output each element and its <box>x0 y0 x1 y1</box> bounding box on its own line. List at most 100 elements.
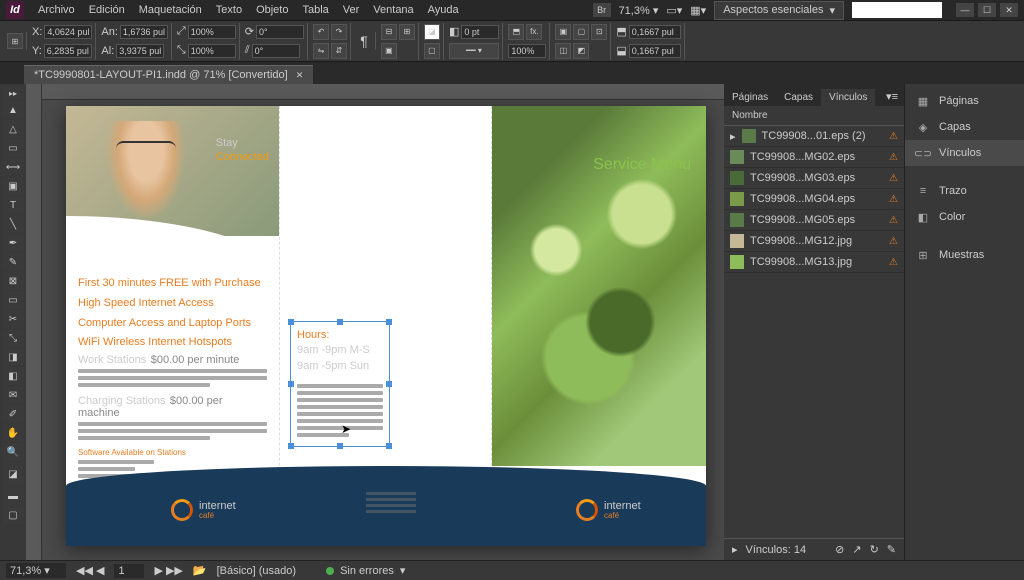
corner-icon[interactable]: ⬒ <box>508 24 524 40</box>
canvas[interactable]: Stay Connected First 30 minutes FREE wit… <box>26 84 724 560</box>
side-tab-swatches[interactable]: ⊞Muestras <box>905 242 1024 268</box>
link-row[interactable]: TC99908...MG04.eps⚠ <box>724 189 904 210</box>
status-page[interactable]: 1 <box>114 564 144 578</box>
menu-view[interactable]: Ver <box>343 4 360 16</box>
effects-icon[interactable]: fx. <box>526 24 542 40</box>
fitcontent-icon[interactable]: ▢ <box>573 24 589 40</box>
rectangle-tool[interactable]: ▭ <box>2 291 24 309</box>
link-row[interactable]: TC99908...MG05.eps⚠ <box>724 210 904 231</box>
scalex-field[interactable] <box>188 25 236 39</box>
page-nav-next[interactable]: ▶ ▶▶ <box>154 564 182 577</box>
fill-swatch[interactable]: ◪ <box>424 24 440 40</box>
goto-link-icon[interactable]: ↗ <box>852 543 861 556</box>
side-tab-links[interactable]: ⊂⊃Vínculos <box>905 140 1024 166</box>
panel-menu-icon[interactable]: ▾≡ <box>880 87 904 106</box>
side-tab-stroke[interactable]: ≡Trazo <box>905 178 1024 204</box>
edit-original-icon[interactable]: ✎ <box>887 543 896 556</box>
fill-prop-icon[interactable]: ◫ <box>555 43 571 59</box>
side-tab-pages[interactable]: ▦Páginas <box>905 88 1024 114</box>
textwrap-icon[interactable]: ▣ <box>381 43 397 59</box>
direct-selection-tool[interactable]: △ <box>2 120 24 138</box>
close-tab-icon[interactable]: ✕ <box>296 70 304 81</box>
gradient-feather-tool[interactable]: ◧ <box>2 367 24 385</box>
panel-tab-pages[interactable]: Páginas <box>724 89 776 106</box>
width-field[interactable] <box>120 25 168 39</box>
link-row[interactable]: TC99908...MG02.eps⚠ <box>724 147 904 168</box>
type-tool[interactable]: T <box>2 196 24 214</box>
menu-layout[interactable]: Maquetación <box>139 4 202 16</box>
maximize-button[interactable]: ☐ <box>978 3 996 17</box>
y-field[interactable] <box>44 44 92 58</box>
toolbox-collapse-icon[interactable]: ▸▸ <box>2 86 24 100</box>
stroke-style-dd[interactable]: ━━ ▾ <box>449 43 499 59</box>
gradient-swatch-tool[interactable]: ◨ <box>2 348 24 366</box>
search-input[interactable] <box>852 2 942 18</box>
hand-tool[interactable]: ✋ <box>2 424 24 442</box>
scissors-tool[interactable]: ✂ <box>2 310 24 328</box>
content-collector-tool[interactable]: ▣ <box>2 177 24 195</box>
fill-stroke-toggle[interactable]: ◪ <box>2 462 24 486</box>
minimize-button[interactable]: — <box>956 3 974 17</box>
relink-icon[interactable]: ⊘ <box>835 543 844 556</box>
line-tool[interactable]: ╲ <box>2 215 24 233</box>
free-transform-tool[interactable]: ⤡ <box>2 329 24 347</box>
selection-tool[interactable]: ▲ <box>2 101 24 119</box>
menu-help[interactable]: Ayuda <box>428 4 459 16</box>
rotate-ccw-icon[interactable]: ↶ <box>313 24 329 40</box>
arrange-icon[interactable]: ▦▾ <box>690 4 706 17</box>
zoom-tool[interactable]: 🔍 <box>2 443 24 461</box>
menu-window[interactable]: Ventana <box>373 4 413 16</box>
link-row[interactable]: TC99908...MG12.jpg⚠ <box>724 231 904 252</box>
pencil-tool[interactable]: ✎ <box>2 253 24 271</box>
update-link-icon[interactable]: ↻ <box>870 543 879 556</box>
height-field[interactable] <box>116 44 164 58</box>
pen-tool[interactable]: ✒ <box>2 234 24 252</box>
refpoint-icon[interactable]: ⊞ <box>7 33 23 49</box>
bridge-icon[interactable]: Br <box>593 3 611 17</box>
menu-text[interactable]: Texto <box>216 4 242 16</box>
align-icon[interactable]: ⊟ <box>381 24 397 40</box>
status-preset[interactable]: [Básico] (usado) <box>217 565 296 577</box>
panel-tab-layers[interactable]: Capas <box>776 89 821 106</box>
fitframe-icon[interactable]: ▣ <box>555 24 571 40</box>
workspace-switcher[interactable]: Aspectos esenciales ▾ <box>714 1 844 20</box>
gap-tool[interactable]: ⟷ <box>2 158 24 176</box>
x-field[interactable] <box>44 25 92 39</box>
close-button[interactable]: ✕ <box>1000 3 1018 17</box>
rotate-field[interactable] <box>256 25 304 39</box>
document-tab[interactable]: *TC9990801-LAYOUT-PI1.indd @ 71% [Conver… <box>24 65 313 84</box>
page-tool[interactable]: ▭ <box>2 139 24 157</box>
apply-color[interactable]: ▬ <box>2 487 24 505</box>
center-icon[interactable]: ⊡ <box>591 24 607 40</box>
stroke-swatch[interactable]: ▢ <box>424 43 440 59</box>
link-row[interactable]: TC99908...MG03.eps⚠ <box>724 168 904 189</box>
paragraph-icon[interactable]: ¶ <box>356 33 372 49</box>
scaley-field[interactable] <box>188 44 236 58</box>
menu-edit[interactable]: Edición <box>89 4 125 16</box>
menu-object[interactable]: Objeto <box>256 4 288 16</box>
distribute-icon[interactable]: ⊞ <box>399 24 415 40</box>
open-icon[interactable]: 📂 <box>193 564 207 577</box>
flip-v-icon[interactable]: ⇵ <box>331 43 347 59</box>
menu-file[interactable]: Archivo <box>38 4 75 16</box>
page-nav-prev[interactable]: ◀◀ ◀ <box>76 564 104 577</box>
selected-text-frame[interactable]: Hours: 9am -9pm M-S 9am -5pm Sun <box>290 321 390 447</box>
link-row[interactable]: TC99908...MG13.jpg⚠ <box>724 252 904 273</box>
menu-table[interactable]: Tabla <box>302 4 328 16</box>
preflight-status[interactable]: Sin errores ▾ <box>326 564 405 577</box>
opacity-field[interactable] <box>508 44 546 58</box>
corner-b-field[interactable] <box>629 44 681 58</box>
eyedropper-tool[interactable]: ✐ <box>2 405 24 423</box>
shear-field[interactable] <box>252 44 300 58</box>
expand-icon[interactable]: ▸ <box>730 130 736 143</box>
corner-a-field[interactable] <box>629 25 681 39</box>
panel-tab-links[interactable]: Vínculos <box>821 89 875 106</box>
links-column-header[interactable]: Nombre <box>724 106 904 126</box>
status-zoom[interactable]: 71,3% ▾ <box>6 563 66 578</box>
note-tool[interactable]: ✉ <box>2 386 24 404</box>
flip-h-icon[interactable]: ⇋ <box>313 43 329 59</box>
zoom-dropdown[interactable]: 71,3% ▾ <box>619 4 659 17</box>
fit-prop-icon[interactable]: ◩ <box>573 43 589 59</box>
link-row[interactable]: ▸TC99908...01.eps (2)⚠ <box>724 126 904 147</box>
rotate-cw-icon[interactable]: ↷ <box>331 24 347 40</box>
